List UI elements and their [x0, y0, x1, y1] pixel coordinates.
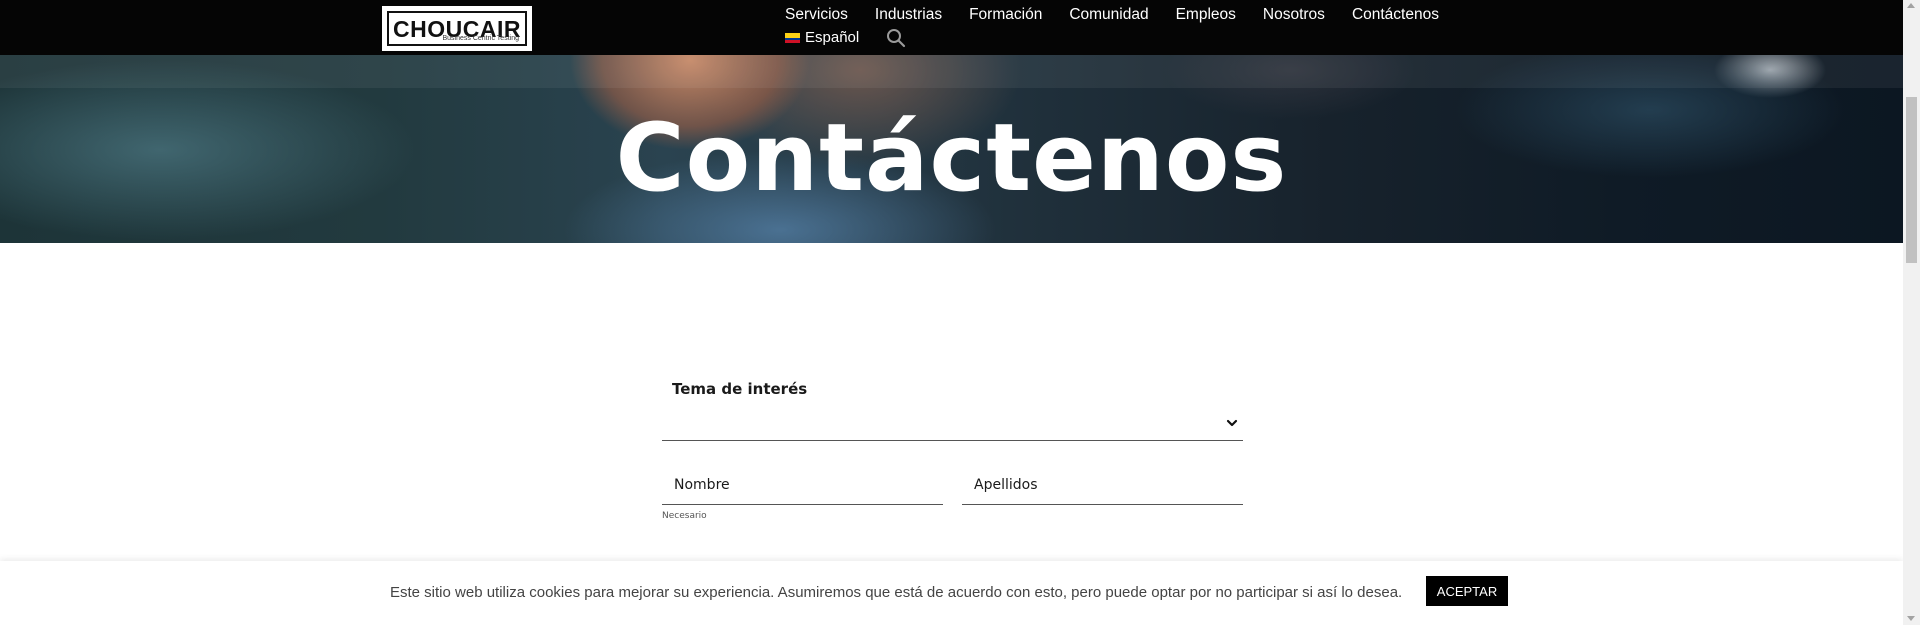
nav-item-empleos[interactable]: Empleos [1176, 6, 1236, 24]
scroll-down-icon[interactable] [1907, 616, 1915, 621]
hero-overlay [0, 55, 1903, 88]
nav-item-industrias[interactable]: Industrias [875, 6, 942, 24]
nav-item-contactenos[interactable]: Contáctenos [1352, 6, 1439, 24]
scrollbar-thumb[interactable] [1906, 97, 1917, 263]
nav-item-servicios[interactable]: Servicios [785, 6, 848, 24]
page-title: Contáctenos [615, 104, 1288, 213]
first-name-placeholder: Nombre [674, 477, 730, 493]
top-navigation: CHOUCAIR Business Centric Testing Servic… [0, 0, 1903, 55]
search-icon[interactable] [886, 28, 906, 48]
logo-frame: CHOUCAIR Business Centric Testing [387, 11, 527, 46]
last-name-field[interactable]: Apellidos [962, 468, 1243, 505]
nav-item-comunidad[interactable]: Comunidad [1069, 6, 1148, 24]
page-scrollbar[interactable] [1903, 0, 1920, 625]
topic-label: Tema de interés [672, 380, 808, 398]
language-label: Español [805, 29, 860, 46]
accept-cookies-button[interactable]: ACEPTAR [1426, 576, 1508, 606]
scroll-up-icon[interactable] [1907, 3, 1915, 8]
chevron-down-icon [1226, 419, 1238, 427]
choucair-logo[interactable]: CHOUCAIR Business Centric Testing [382, 6, 532, 51]
last-name-placeholder: Apellidos [974, 477, 1038, 493]
language-switcher[interactable]: Español [785, 29, 859, 46]
nav-item-formacion[interactable]: Formación [969, 6, 1042, 24]
topic-select[interactable] [662, 405, 1243, 441]
logo-tagline: Business Centric Testing [442, 35, 519, 42]
nav-item-nosotros[interactable]: Nosotros [1263, 6, 1325, 24]
main-menu: Servicios Industrias Formación Comunidad… [785, 6, 1466, 24]
flag-colombia-icon [785, 32, 800, 43]
required-note: Necesario [662, 511, 707, 521]
first-name-field[interactable]: Nombre [662, 468, 943, 505]
cookie-notice-text: Este sitio web utiliza cookies para mejo… [390, 584, 1403, 601]
cookie-consent-bar: Este sitio web utiliza cookies para mejo… [0, 561, 1903, 625]
